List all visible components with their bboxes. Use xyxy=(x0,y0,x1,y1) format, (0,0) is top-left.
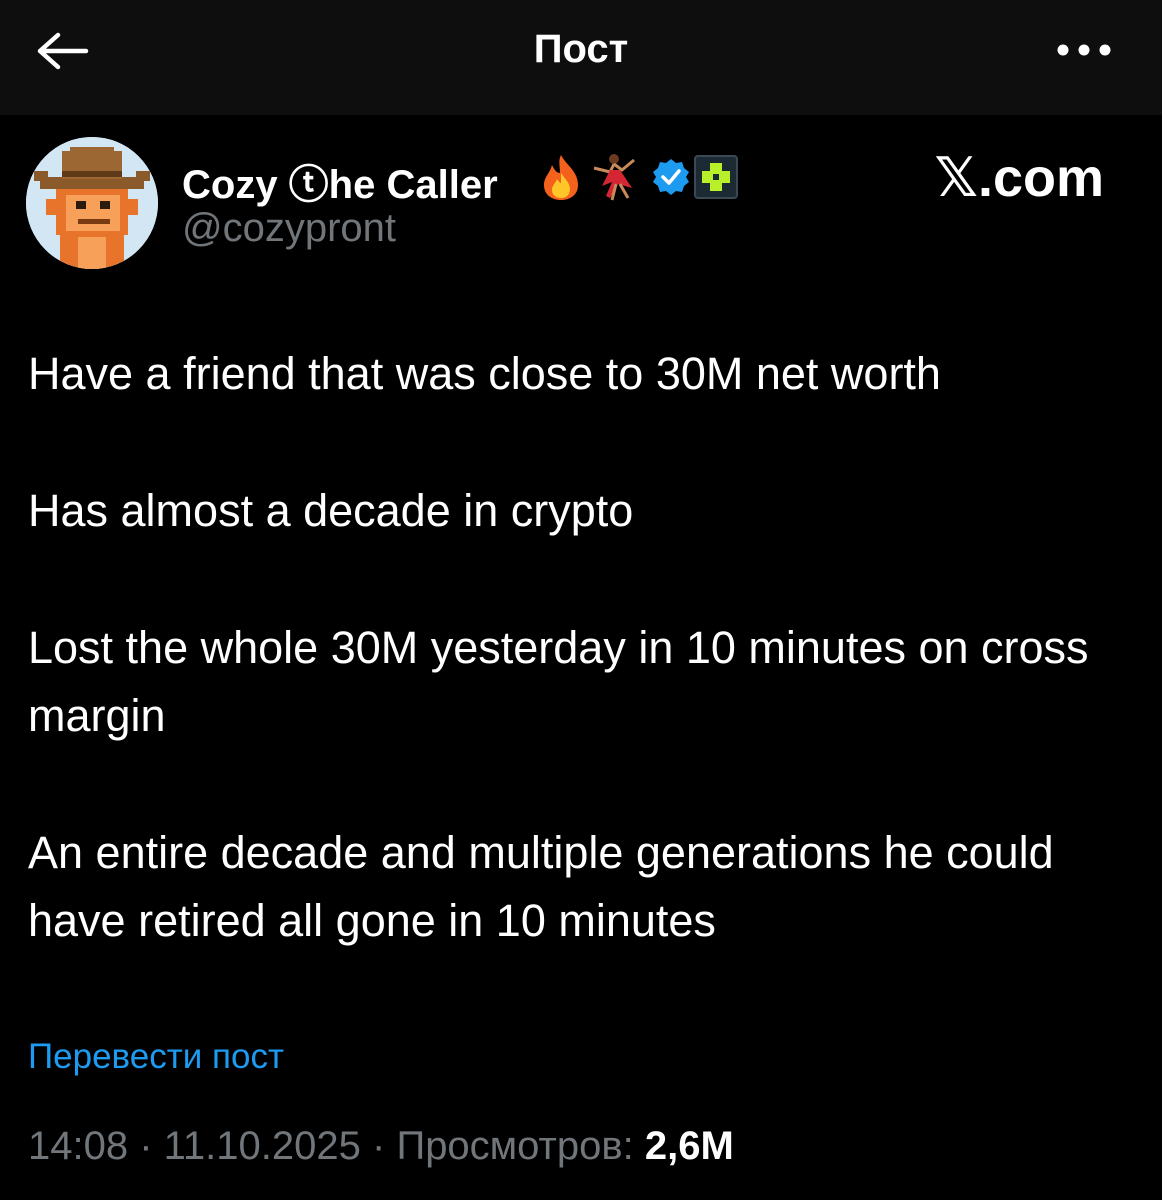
post-time[interactable]: 14:08 xyxy=(28,1124,128,1168)
author-name[interactable]: Cozy ⓣhe Caller xyxy=(182,152,498,210)
pixel-monkey-cowboy-avatar xyxy=(26,137,158,269)
tweet-paragraph: Lost the whole 30M yesterday in 10 minut… xyxy=(28,622,1089,741)
views-count[interactable]: 2,6M xyxy=(645,1124,734,1168)
x-com-watermark: 𝕏.com xyxy=(934,148,1104,208)
post-meta: 14:08 · 11.10.2025 · Просмотров: 2,6M xyxy=(28,1124,734,1169)
dancer-emoji-icon xyxy=(588,152,648,202)
top-bar: Пост xyxy=(0,0,1162,115)
verified-badge-icon[interactable] xyxy=(652,158,690,196)
views-label: Просмотров: xyxy=(396,1124,645,1168)
avatar[interactable] xyxy=(26,137,158,269)
more-options-button[interactable] xyxy=(1046,24,1122,80)
tweet-text: Have a friend that was close to 30M net … xyxy=(28,340,1128,1024)
author-badges xyxy=(538,151,738,203)
meta-separator: · xyxy=(360,1124,397,1168)
affiliate-badge-icon[interactable] xyxy=(694,155,738,199)
tweet-paragraph: Have a friend that was close to 30M net … xyxy=(28,348,941,399)
post-date[interactable]: 11.10.2025 xyxy=(164,1124,361,1168)
tweet-paragraph: Has almost a decade in crypto xyxy=(28,485,634,536)
tweet-paragraph: An entire decade and multiple generation… xyxy=(28,827,1054,946)
translate-post-link[interactable]: Перевести пост xyxy=(28,1037,284,1077)
meta-separator: · xyxy=(128,1124,164,1168)
author-handle[interactable]: @cozypront xyxy=(182,206,396,251)
page-title: Пост xyxy=(533,27,629,71)
fire-emoji-icon xyxy=(538,153,584,201)
more-horizontal-icon xyxy=(1055,43,1113,62)
